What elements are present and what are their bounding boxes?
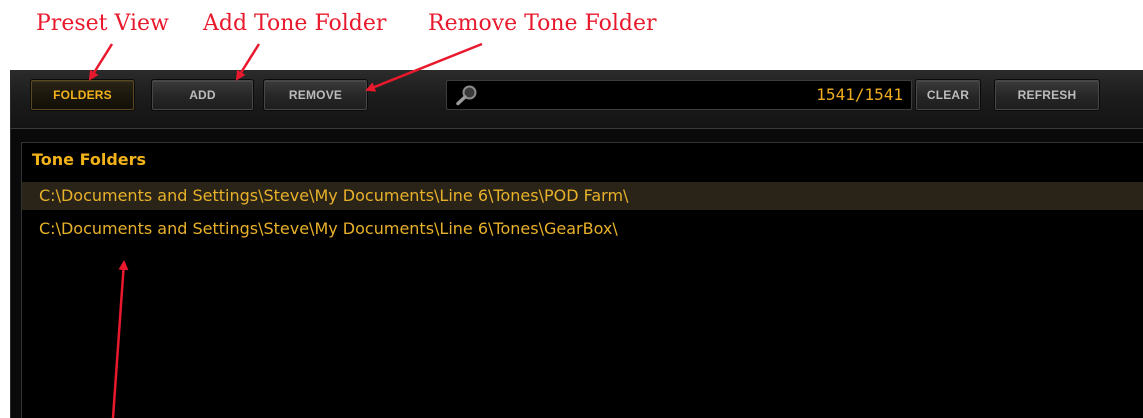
callout-add-tone-folder: Add Tone Folder xyxy=(203,11,387,36)
remove-button[interactable]: REMOVE xyxy=(264,80,367,110)
callout-preset-view: Preset View xyxy=(36,11,169,36)
tone-folder-list: Tone Folders C:\Documents and Settings\S… xyxy=(21,142,1143,418)
clear-button[interactable]: CLEAR xyxy=(916,80,980,110)
refresh-button[interactable]: REFRESH xyxy=(995,80,1099,110)
screenshot-stage: Preset View Add Tone Folder Remove Tone … xyxy=(0,0,1143,418)
folder-list-item[interactable]: C:\Documents and Settings\Steve\My Docum… xyxy=(22,182,1143,210)
callout-remove-tone-folder: Remove Tone Folder xyxy=(428,11,657,36)
list-header: Tone Folders xyxy=(32,150,147,169)
folders-button[interactable]: FOLDERS xyxy=(31,80,134,110)
search-box: 1541/1541 xyxy=(446,80,912,110)
add-button[interactable]: ADD xyxy=(152,80,253,110)
folder-list-item[interactable]: C:\Documents and Settings\Steve\My Docum… xyxy=(22,215,1143,243)
tone-browser-window: FOLDERS ADD REMOVE 1541/1541 CLEAR REFRE… xyxy=(10,70,1143,418)
search-result-count: 1541/1541 xyxy=(816,85,903,104)
search-input[interactable] xyxy=(483,81,783,109)
toolbar: FOLDERS ADD REMOVE 1541/1541 CLEAR REFRE… xyxy=(11,70,1143,129)
magnifier-icon xyxy=(456,85,477,106)
